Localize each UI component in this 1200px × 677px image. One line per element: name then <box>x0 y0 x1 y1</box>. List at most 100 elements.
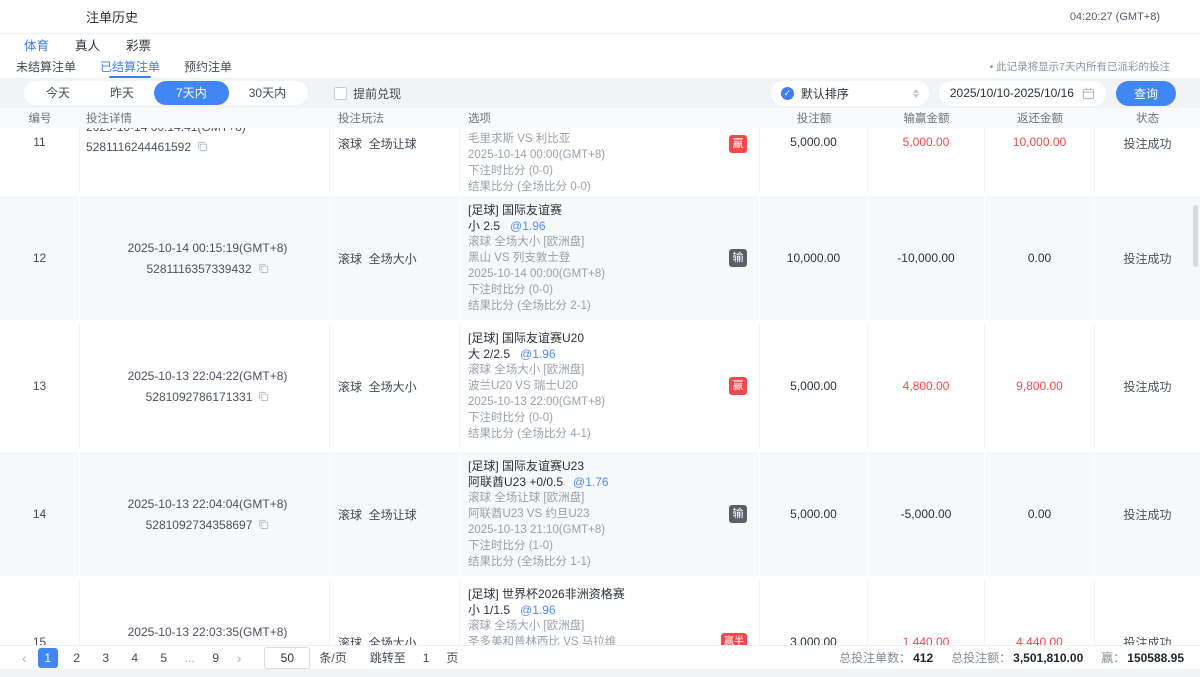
check-circle-icon: ✓ <box>781 87 794 100</box>
subtab-reserved[interactable]: 预约注单 <box>184 55 232 78</box>
date-range-value: 2025/10/10-2025/10/16 <box>950 86 1074 100</box>
option-match-time: 2025-10-14 00:00(GMT+8) <box>468 147 605 163</box>
subtab-unsettled[interactable]: 未结算注单 <box>16 55 76 78</box>
table-row: 12 2025-10-14 00:15:19(GMT+8)528111635733… <box>0 196 1200 320</box>
bet-option: [足球] 国际友谊赛U23阿联酋U23 +0/0.5@1.76滚球 全场让球 [… <box>460 452 760 576</box>
bet-time: 2025-10-14 00:15:19(GMT+8) <box>128 238 288 258</box>
option-league: [足球] 国际友谊赛 <box>468 202 605 218</box>
total-amount-value: 3,501,810.00 <box>1013 651 1083 665</box>
copy-icon[interactable] <box>197 141 208 152</box>
bet-option: [足球] 世界杯2026非洲资格赛小 1/1.5@1.96滚球 全场大小 [欧洲… <box>460 580 760 645</box>
bet-option: [足球] 国际友谊赛U20大 2/2.5@1.96滚球 全场大小 [欧洲盘]波兰… <box>460 324 760 448</box>
copy-icon[interactable] <box>258 263 269 274</box>
settlement-tabs: 未结算注单 已结算注单 预约注单 <box>0 55 232 78</box>
page-ellipsis: ... <box>183 651 197 665</box>
refund-amount: 9,800.00 <box>985 324 1095 448</box>
bet-play-type: 滚球 全场大小 <box>330 196 460 320</box>
bet-amount: 5,000.00 <box>760 452 868 576</box>
query-button[interactable]: 查询 <box>1116 81 1176 106</box>
result-badge: 输 <box>729 505 747 523</box>
bet-table: 编号投注详情投注玩法选项投注额输赢金额返还金额状态 112025-10-14 0… <box>0 108 1200 645</box>
win-loss-amount: -5,000.00 <box>868 452 985 576</box>
range-yesterday[interactable]: 昨天 <box>90 83 154 103</box>
option-match-time: 2025-10-13 21:10(GMT+8) <box>468 522 609 538</box>
option-match: 黑山 VS 列支敦士登 <box>468 250 605 266</box>
next-page-button[interactable]: › <box>235 649 244 667</box>
sort-label: 默认排序 <box>801 85 906 102</box>
table-body: 112025-10-14 00:14:41(GMT+8)528111624446… <box>0 128 1200 645</box>
col-win-loss: 输赢金额 <box>868 108 985 128</box>
result-badge: 赢半 <box>721 633 747 645</box>
scrollbar-thumb[interactable] <box>1193 205 1198 267</box>
result-badge: 输 <box>729 249 747 267</box>
table-row: 132025-10-13 22:04:22(GMT+8)528109278617… <box>0 324 1200 448</box>
selection-name: 大 2/2.5 <box>468 347 510 361</box>
page-button[interactable]: 9 <box>206 648 226 668</box>
copy-icon[interactable] <box>258 519 269 530</box>
option-selection: 小 1/1.5@1.96 <box>468 602 625 618</box>
option-match: 波兰U20 VS 瑞士U20 <box>468 378 605 394</box>
top-bar: 注单历史 04:20:27 (GMT+8) <box>0 0 1200 34</box>
selection-odds: @1.96 <box>510 219 546 233</box>
bet-detail: 2025-10-13 22:04:22(GMT+8)52810927861713… <box>80 324 330 448</box>
bet-play-type: 滚球 全场让球 <box>330 452 460 576</box>
total-amount-label: 总投注额： <box>951 651 1011 665</box>
page-unit-label: 页 <box>446 649 458 666</box>
tab-live[interactable]: 真人 <box>75 35 100 54</box>
col-refund: 返还金额 <box>985 108 1095 128</box>
range-7days[interactable]: 7天内 <box>154 81 229 105</box>
page-button[interactable]: 4 <box>125 648 145 668</box>
range-today[interactable]: 今天 <box>26 83 90 103</box>
jump-to-label: 跳转至 <box>370 649 406 666</box>
total-count-label: 总投注单数： <box>839 651 911 665</box>
bet-play-type: 滚球 全场让球 <box>330 128 460 192</box>
tab-lottery[interactable]: 彩票 <box>126 35 151 54</box>
bet-id: 13 <box>0 324 80 448</box>
bet-status: 投注成功 <box>1095 580 1200 645</box>
bet-number: 5281116357339432 <box>147 259 269 279</box>
col-bet-amount: 投注额 <box>760 108 868 128</box>
copy-icon[interactable] <box>258 391 269 402</box>
page-button[interactable]: 5 <box>154 648 174 668</box>
page-button[interactable]: 3 <box>96 648 116 668</box>
tab-sports[interactable]: 体育 <box>24 35 49 54</box>
early-cashout-checkbox[interactable] <box>334 87 347 100</box>
bet-id: 14 <box>0 452 80 576</box>
page-button[interactable]: 2 <box>67 648 87 668</box>
bet-time: 2025-10-13 22:03:35(GMT+8) <box>128 622 288 642</box>
category-tabs: 体育 真人 彩票 <box>0 34 1200 55</box>
option-match: 阿联酋U23 VS 约旦U23 <box>468 506 609 522</box>
subtab-settled[interactable]: 已结算注单 <box>100 55 160 78</box>
option-league: [足球] 国际友谊赛U23 <box>468 458 609 474</box>
col-id: 编号 <box>0 108 80 128</box>
option-league: [足球] 国际友谊赛U20 <box>468 330 605 346</box>
total-win-label: 赢： <box>1101 651 1125 665</box>
date-range-picker[interactable]: 2025/10/10-2025/10/16 <box>939 81 1106 106</box>
bet-amount: 3,000.00 <box>760 580 868 645</box>
selection-name: 阿联酋U23 +0/0.5 <box>468 475 563 489</box>
table-header: 编号投注详情投注玩法选项投注额输赢金额返还金额状态 <box>0 108 1200 128</box>
bet-number-value: 5281092734358697 <box>146 518 253 532</box>
table-row: 152025-10-13 22:03:35(GMT+8)528109264723… <box>0 580 1200 645</box>
option-result-score: 结果比分 (全场比分 0-0) <box>468 179 605 192</box>
bet-number: 5281116244461592 <box>86 137 329 157</box>
prev-page-button[interactable]: ‹ <box>20 649 29 667</box>
calendar-icon <box>1082 87 1095 100</box>
bet-play-type: 滚球 全场大小 <box>330 324 460 448</box>
win-loss-amount: 4,800.00 <box>868 324 985 448</box>
page-size-input[interactable]: 50 <box>264 647 310 669</box>
bet-id: 11 <box>0 128 80 192</box>
option-selection: 大 2/2.5@1.96 <box>468 346 605 362</box>
page-button[interactable]: 1 <box>38 648 58 668</box>
option-match-time: 2025-10-14 00:00(GMT+8) <box>468 266 605 282</box>
jump-page-input[interactable]: 1 <box>423 651 430 665</box>
range-30days[interactable]: 30天内 <box>229 83 306 103</box>
pagination-bar: ‹ 12345...9 › 50 条/页 跳转至 1 页 总投注单数：412 总… <box>0 645 1200 669</box>
option-match: 毛里求斯 VS 利比亚 <box>468 131 605 147</box>
option-result-score: 结果比分 (全场比分 4-1) <box>468 426 605 442</box>
selection-name: 小 1/1.5 <box>468 603 510 617</box>
bet-id: 12 <box>0 196 80 320</box>
sort-dropdown[interactable]: ✓ 默认排序 <box>771 81 929 106</box>
option-score-at-bet: 下注时比分 (1-0) <box>468 538 609 554</box>
bet-number-value: 5281092786171331 <box>146 390 253 404</box>
